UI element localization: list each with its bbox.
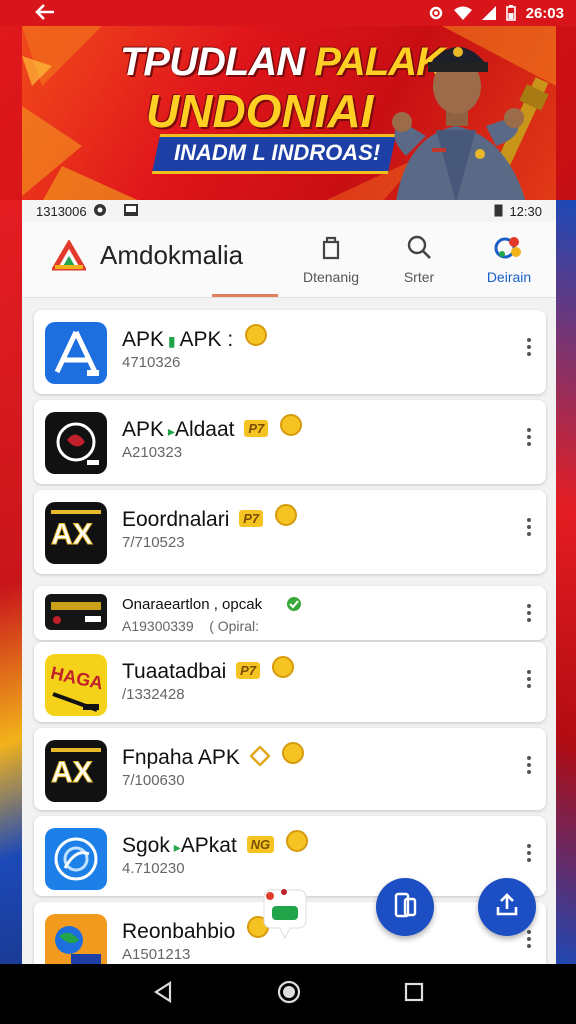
gem-icon	[248, 745, 271, 772]
inner-status-time: 12:30	[509, 203, 542, 219]
search-icon	[384, 234, 454, 263]
more-options-icon[interactable]	[526, 518, 532, 536]
settings-gear-icon	[428, 5, 444, 21]
app-name: APK ▮ APK :	[122, 324, 268, 352]
app-name: Fnpaha APK	[122, 742, 304, 772]
more-options-icon[interactable]	[526, 844, 532, 862]
system-nav-bar	[0, 964, 576, 1024]
blue-swirl-icon	[45, 828, 107, 890]
coin-icon	[271, 656, 294, 678]
app-header: Amdokmalia Dtenanig Srter Deirain	[22, 222, 556, 303]
status-time: 26:03	[525, 4, 564, 22]
coin-icon	[286, 830, 309, 852]
nav-recents-icon[interactable]	[404, 982, 424, 1007]
app-version: 7/710523	[122, 534, 185, 551]
tab-label: Deirain	[486, 269, 532, 285]
back-arrow-icon[interactable]	[34, 2, 56, 26]
black-red-emblem-icon	[45, 412, 107, 474]
title-underline	[212, 294, 278, 297]
upload-button[interactable]	[478, 878, 536, 936]
coin-icon	[280, 414, 303, 436]
app-name: Eoordnalari P7	[122, 504, 297, 532]
list-item[interactable]: Onaraeartlon , opcak A19300339 ( Opiral:	[34, 586, 546, 640]
list-item[interactable]: APK ▮ APK : 4710326	[34, 310, 546, 394]
app-version: 4710326	[122, 354, 181, 371]
apps-cluster-icon	[474, 234, 544, 263]
inner-battery-icon	[494, 203, 503, 220]
app-version: A210323	[122, 444, 183, 461]
green-check-icon	[284, 596, 304, 616]
ax-logo-icon: AX	[45, 502, 107, 564]
tab-dtenanig[interactable]: Dtenanig	[296, 234, 366, 285]
app-name: Reonbahbio	[122, 916, 270, 944]
inner-sync-icon	[93, 203, 107, 220]
battery-icon	[505, 5, 516, 21]
badge: P7	[239, 510, 264, 527]
app-version: A19300339 ( Opiral:	[122, 618, 259, 634]
badge: P7	[244, 420, 269, 437]
chat-bubble-icon[interactable]	[258, 886, 312, 944]
svg-text:HAGA: HAGA	[49, 663, 105, 694]
coin-icon	[275, 504, 297, 526]
app-version: 4.710230	[122, 860, 185, 877]
app-title: Amdokmalia	[100, 240, 244, 270]
app-version: /1332428	[122, 686, 185, 703]
banner-title-line2: UNDONIAI	[146, 85, 374, 137]
phone-icon	[391, 891, 419, 924]
police-officer-illustration	[392, 47, 549, 202]
more-options-icon[interactable]	[526, 604, 532, 622]
tab-label: Dtenanig	[302, 269, 360, 285]
coin-icon	[281, 742, 304, 764]
app-name: Sgok ▸APkat NG	[122, 830, 309, 858]
nav-back-icon[interactable]	[152, 980, 174, 1008]
list-item[interactable]: APK ▸Aldaat P7 A210323	[34, 400, 546, 484]
blue-a-store-icon	[45, 322, 107, 384]
device-transfer-button[interactable]	[376, 878, 434, 936]
dark-stripe-icon	[45, 594, 107, 630]
more-options-icon[interactable]	[526, 930, 532, 948]
app-name: APK ▸Aldaat P7	[122, 414, 303, 442]
app-name: Tuaatadbai P7	[122, 656, 294, 684]
app-logo-icon	[50, 239, 88, 279]
app-version: A1501213	[122, 946, 191, 963]
nav-home-icon[interactable]	[277, 980, 301, 1009]
coin-icon	[245, 324, 268, 346]
list-item[interactable]: Sgok ▸APkat NG 4.710230	[34, 816, 546, 896]
list-item[interactable]: AX Eoordnalari P7 7/710523	[34, 490, 546, 574]
svg-text:AX: AX	[51, 756, 93, 789]
tab-label: Srter	[403, 269, 435, 285]
svg-text:AX: AX	[51, 518, 93, 551]
more-options-icon[interactable]	[526, 428, 532, 446]
signal-icon	[481, 6, 496, 20]
yellow-game-icon: HAGA	[45, 654, 107, 716]
list-item[interactable]: AX Fnpaha APK 7/100630	[34, 728, 546, 810]
app-version: 7/100630	[122, 772, 185, 789]
banner-ribbon-text: INADM L INDROAS!	[174, 140, 381, 165]
tab-deirain[interactable]: Deirain	[474, 234, 544, 303]
inner-image-icon	[123, 203, 139, 220]
inner-status-left-text: 1313006	[36, 203, 87, 219]
more-options-icon[interactable]	[526, 338, 532, 356]
badge: P7	[236, 662, 261, 679]
tab-srter[interactable]: Srter	[384, 234, 454, 285]
status-bar: 26:03	[0, 0, 576, 26]
side-decoration-left	[0, 200, 24, 970]
wifi-icon	[453, 6, 472, 20]
ax-logo-icon: AX	[45, 740, 107, 802]
inner-status-bar: 1313006 12:30	[22, 200, 556, 222]
more-options-icon[interactable]	[526, 756, 532, 774]
list-item[interactable]: HAGA Tuaatadbai P7 /1332428	[34, 642, 546, 722]
badge: NG	[246, 836, 275, 853]
more-options-icon[interactable]	[526, 670, 532, 688]
app-name: Onaraeartlon , opcak	[122, 596, 304, 616]
upload-icon	[493, 891, 521, 924]
side-decoration-right	[554, 200, 576, 970]
bag-icon	[296, 234, 366, 263]
promo-banner[interactable]: TPUDLAN PALAK UNDONIAI INADM L INDROAS!	[22, 26, 556, 202]
